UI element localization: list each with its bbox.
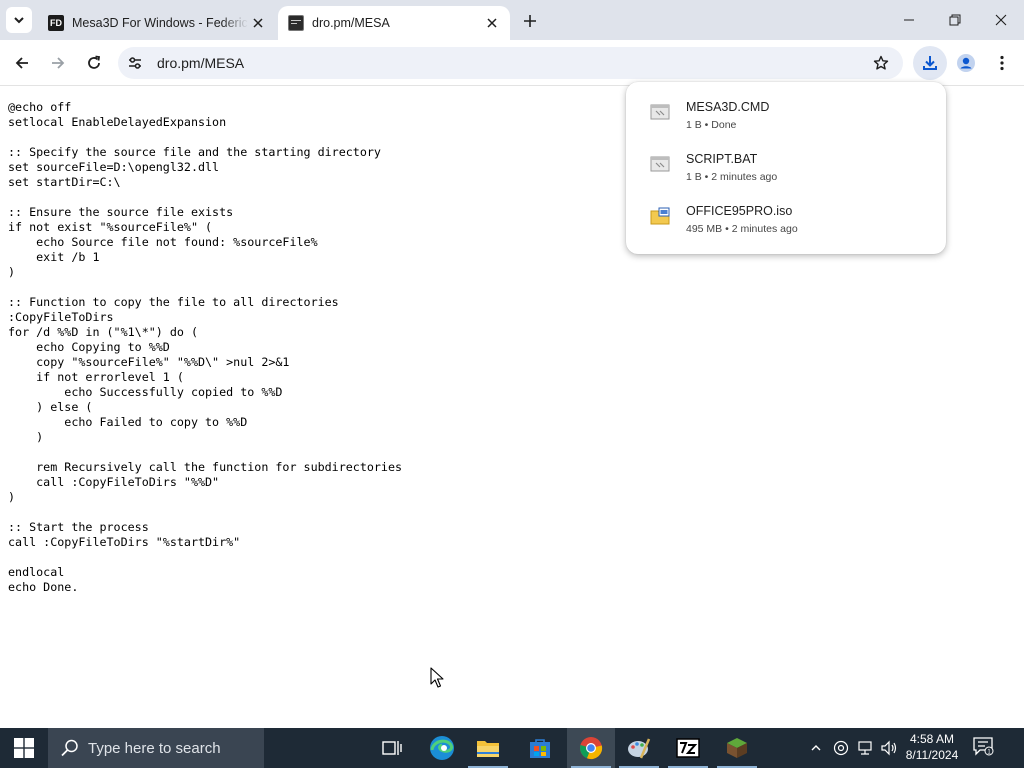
download-item[interactable]: OFFICE95PRO.iso 495 MB • 2 minutes ago bbox=[626, 198, 946, 246]
tab-title: Mesa3D For Windows - Federico bbox=[72, 16, 248, 30]
mouse-cursor-icon bbox=[430, 667, 444, 688]
star-icon bbox=[873, 55, 889, 70]
profile-button[interactable] bbox=[952, 49, 980, 77]
batch-file-icon bbox=[650, 156, 670, 172]
download-filename: OFFICE95PRO.iso bbox=[686, 204, 793, 218]
chrome-icon bbox=[580, 737, 603, 760]
download-status: 495 MB • 2 minutes ago bbox=[686, 223, 798, 235]
download-status: 1 B • Done bbox=[686, 119, 737, 131]
network-icon bbox=[858, 741, 872, 755]
downloads-button[interactable] bbox=[913, 46, 947, 80]
edge-app[interactable] bbox=[418, 728, 466, 768]
taskbar-search-box[interactable]: Type here to search bbox=[48, 728, 264, 768]
download-status: 1 B • 2 minutes ago bbox=[686, 171, 778, 183]
file-explorer-app[interactable] bbox=[464, 728, 512, 768]
close-tab-button[interactable] bbox=[248, 13, 268, 33]
close-icon bbox=[995, 14, 1007, 26]
notification-icon: 1 bbox=[973, 737, 994, 756]
plus-icon bbox=[524, 15, 536, 27]
url-text: dro.pm/MESA bbox=[157, 55, 245, 71]
restore-icon bbox=[949, 14, 961, 26]
reload-icon bbox=[88, 55, 101, 69]
download-filename: SCRIPT.BAT bbox=[686, 152, 758, 166]
back-button[interactable] bbox=[8, 49, 36, 77]
forward-button[interactable] bbox=[44, 49, 72, 77]
task-view-icon bbox=[382, 741, 402, 755]
bookmark-button[interactable] bbox=[871, 53, 891, 73]
volume-button[interactable] bbox=[879, 738, 899, 758]
store-icon bbox=[530, 739, 550, 758]
address-bar[interactable]: dro.pm/MESA bbox=[118, 47, 903, 79]
batch-script-text: @echo off setlocal EnableDelayedExpansio… bbox=[8, 100, 403, 594]
downloads-bubble: MESA3D.CMD 1 B • Done SCRIPT.BAT 1 B • 2… bbox=[626, 82, 946, 254]
clock-time: 4:58 AM bbox=[909, 732, 955, 746]
taskbar: Type here to search 4:58 AM 8/11/2024 1 bbox=[0, 728, 1024, 768]
meet-now-button[interactable] bbox=[831, 738, 851, 758]
7zip-icon bbox=[676, 738, 700, 758]
tab-search-button[interactable] bbox=[6, 7, 32, 33]
paint-app[interactable] bbox=[615, 728, 663, 768]
notifications-button[interactable]: 1 bbox=[972, 736, 1000, 760]
download-filename: MESA3D.CMD bbox=[686, 100, 770, 114]
minecraft-app[interactable] bbox=[713, 728, 761, 768]
fd-icon: FD bbox=[48, 15, 64, 31]
tab-dro-pm-mesa[interactable]: dro.pm/MESA bbox=[278, 6, 510, 40]
edge-icon bbox=[430, 736, 454, 760]
close-tab-button[interactable] bbox=[482, 13, 502, 33]
more-vert-icon bbox=[1000, 55, 1004, 71]
minimize-button[interactable] bbox=[886, 0, 932, 40]
person-icon bbox=[957, 54, 975, 72]
close-window-button[interactable] bbox=[978, 0, 1024, 40]
search-icon bbox=[61, 739, 78, 757]
file-explorer-icon bbox=[477, 741, 499, 757]
chrome-app[interactable] bbox=[567, 728, 615, 768]
chevron-down-icon bbox=[14, 17, 24, 24]
download-icon bbox=[923, 56, 937, 70]
show-hidden-icons-button[interactable] bbox=[806, 738, 826, 758]
site-info-button[interactable] bbox=[124, 52, 146, 74]
network-button[interactable] bbox=[855, 738, 875, 758]
windows-logo-icon bbox=[14, 738, 34, 758]
reload-button[interactable] bbox=[80, 49, 108, 77]
close-icon bbox=[253, 18, 263, 28]
browser-toolbar: dro.pm/MESA bbox=[0, 40, 1024, 86]
batch-file-icon bbox=[650, 104, 670, 120]
chrome-menu-button[interactable] bbox=[988, 49, 1016, 77]
search-placeholder: Type here to search bbox=[88, 740, 221, 757]
tab-strip: FD Mesa3D For Windows - Federico dro.pm/… bbox=[0, 0, 1024, 40]
download-item[interactable]: MESA3D.CMD 1 B • Done bbox=[626, 94, 946, 142]
restore-button[interactable] bbox=[932, 0, 978, 40]
clock-date: 8/11/2024 bbox=[905, 748, 959, 762]
new-tab-button[interactable] bbox=[518, 9, 542, 33]
minecraft-icon bbox=[727, 738, 747, 758]
chevron-up-icon bbox=[811, 745, 821, 751]
start-button[interactable] bbox=[0, 728, 48, 768]
arrow-right-icon bbox=[52, 57, 65, 69]
paint-icon bbox=[628, 738, 651, 759]
terminal-icon bbox=[288, 15, 304, 31]
camera-icon bbox=[833, 740, 849, 756]
task-view-button[interactable] bbox=[368, 728, 416, 768]
arrow-left-icon bbox=[15, 57, 28, 69]
tab-title: dro.pm/MESA bbox=[312, 16, 390, 30]
close-icon bbox=[487, 18, 497, 28]
disc-image-icon bbox=[650, 207, 670, 225]
speaker-icon bbox=[881, 740, 897, 756]
minimize-icon bbox=[904, 19, 914, 21]
tab-mesa3d[interactable]: FD Mesa3D For Windows - Federico bbox=[38, 6, 276, 40]
system-clock[interactable]: 4:58 AM 8/11/2024 bbox=[898, 731, 966, 763]
store-app[interactable] bbox=[516, 728, 564, 768]
7zip-app[interactable] bbox=[664, 728, 712, 768]
download-item[interactable]: SCRIPT.BAT 1 B • 2 minutes ago bbox=[626, 146, 946, 194]
tune-icon bbox=[129, 57, 141, 69]
